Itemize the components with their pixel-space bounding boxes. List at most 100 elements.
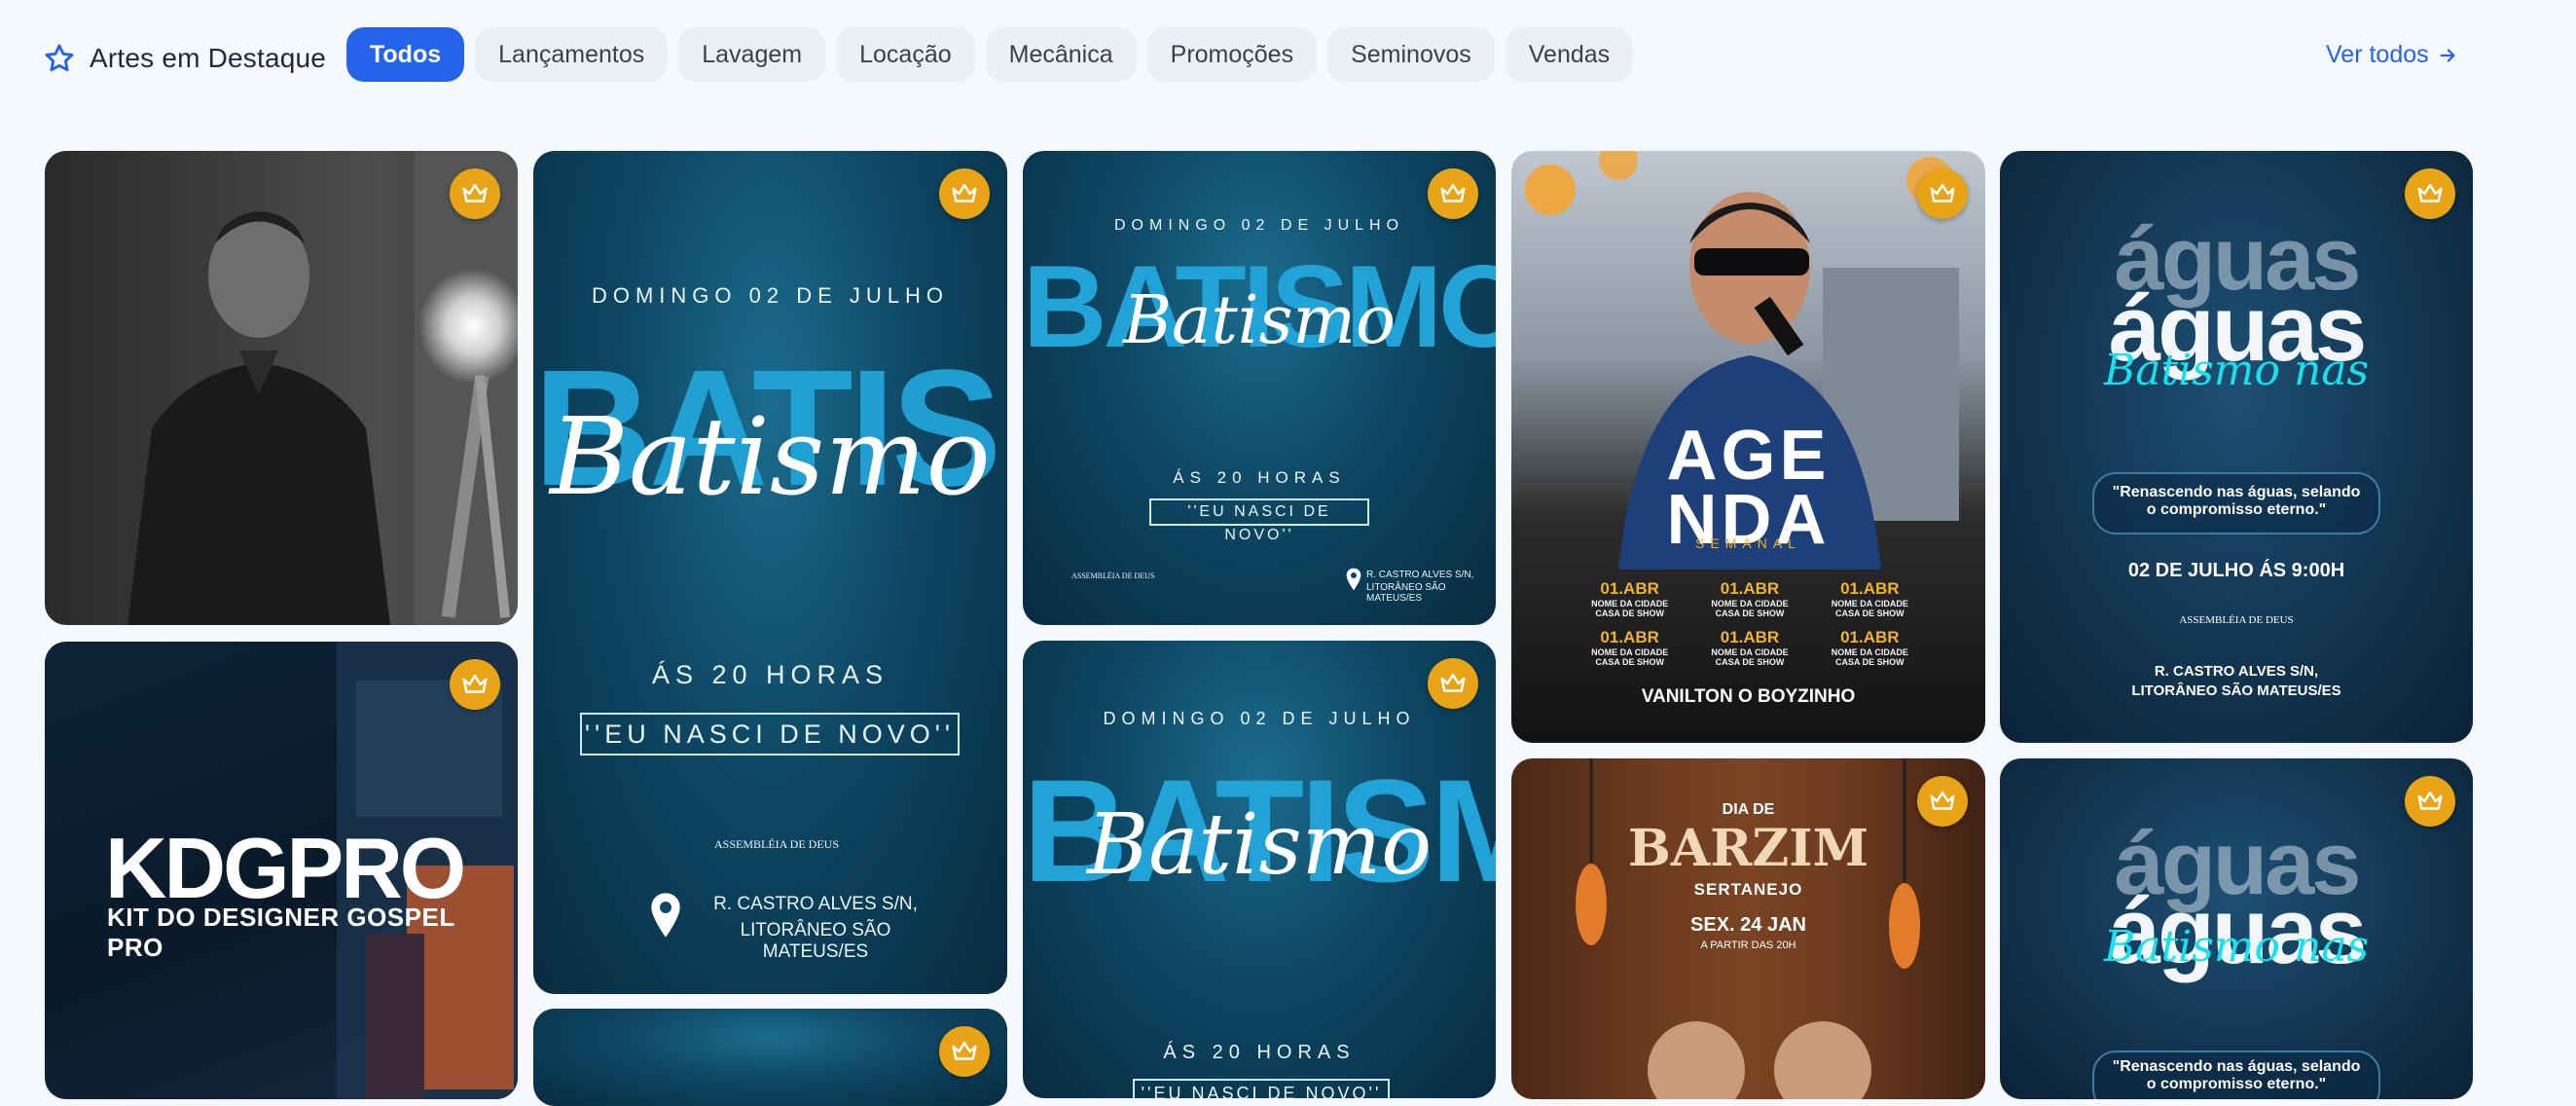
art-card-agenda[interactable]: AGE NDA SEMANAL 01.ABR NOME DA CIDADE CASA…: [1511, 151, 1985, 743]
agenda-subtitle: SEMANAL: [1695, 535, 1801, 551]
barzim-pre: DIA DE: [1722, 801, 1775, 818]
agenda-venue: CASA DE SHOW: [1595, 608, 1664, 618]
event-date: DOMINGO 02 DE JULHO: [1113, 217, 1405, 234]
event-quote: ''EU NASCI DE NOVO'': [580, 713, 960, 756]
crown-icon: [462, 184, 488, 203]
barzim-title: BARZIM: [1627, 819, 1869, 878]
chip-lavagem[interactable]: Lavagem: [678, 27, 826, 82]
kdgpro-tagline: KIT DO DESIGNER GOSPEL PRO: [107, 903, 455, 962]
premium-badge: [2405, 168, 2455, 219]
address-line-2: LITORÂNEO SÃO MATEUS/ES: [740, 920, 891, 962]
premium-badge: [1917, 168, 1968, 219]
script-title: Batismo: [1087, 796, 1432, 894]
church-name: ASSEMBLÉIA DE DEUS: [713, 837, 839, 851]
address-line-2: LITORÂNEO SÃO MATEUS/ES: [2131, 682, 2341, 699]
chip-seminovos[interactable]: Seminovos: [1327, 27, 1495, 82]
art-card-barzim[interactable]: DIA DE BARZIM SERTANEJO SEX. 24 JAN A PA…: [1511, 758, 1985, 1099]
event-quote: ''EU NASCI DE NOVO'': [1149, 498, 1369, 543]
crown-icon: [1930, 792, 1955, 810]
chip-mecanica[interactable]: Mecânica: [985, 27, 1137, 82]
agenda-dates-grid: 01.ABR NOME DA CIDADE CASA DE SHOW 01.ABR N…: [1579, 579, 1920, 667]
aguas-quote-1: "Renascendo nas águas, selando: [2112, 1058, 2361, 1075]
art-card-aguas[interactable]: águas águas Batismo nas "Renascendo nas …: [2000, 151, 2473, 743]
premium-badge: [1917, 776, 1968, 827]
event-time: ÁS 20 HORAS: [651, 660, 889, 689]
premium-badge: [450, 659, 500, 710]
crown-icon: [1930, 184, 1955, 203]
church-name: ASSEMBLÉIA DE DEUS: [1071, 571, 1155, 580]
chip-vendas[interactable]: Vendas: [1505, 27, 1634, 82]
see-all-label: Ver todos: [2326, 41, 2429, 68]
agenda-place: NOME DA CIDADE: [1591, 599, 1669, 608]
crown-icon: [2417, 792, 2443, 810]
premium-badge: [450, 168, 500, 219]
event-date: DOMINGO 02 DE JULHO: [1103, 709, 1416, 728]
agenda-date: 01.ABR: [1720, 579, 1780, 598]
chip-locacao[interactable]: Locação: [836, 27, 975, 82]
agenda-place: NOME DA CIDADE: [1711, 599, 1789, 608]
address-line-1: R. CASTRO ALVES S/N,: [2154, 663, 2319, 680]
aguas-script-title: Batismo nas: [2103, 346, 2370, 395]
star-outline-icon: [45, 44, 74, 72]
agenda-venue: CASA DE SHOW: [1595, 657, 1664, 667]
address-line-1: R. CASTRO ALVES S/N,: [713, 894, 918, 914]
map-pin-icon: [1346, 568, 1361, 591]
see-all-link[interactable]: Ver todos: [2326, 41, 2458, 69]
script-title: Batismo: [550, 394, 991, 519]
agenda-place: NOME DA CIDADE: [1831, 599, 1908, 608]
barzim-style: SERTANEJO: [1693, 880, 1803, 899]
aguas-quote-2: o compromisso eterno.": [2146, 501, 2327, 518]
crown-icon: [462, 675, 488, 693]
agenda-place: NOME DA CIDADE: [1591, 647, 1669, 657]
agenda-artist: VANILTON O BOYZINHO: [1641, 686, 1856, 707]
barzim-time: A PARTIR DAS 20H: [1700, 940, 1796, 951]
art-card-partial[interactable]: [533, 1009, 1007, 1106]
aguas-date: 02 DE JULHO ÁS 9:00H: [2127, 560, 2345, 581]
art-card-batismo-large[interactable]: DOMINGO 02 DE JULHO BATISMO Batismo ÁS 2…: [533, 151, 1007, 994]
agenda-place: NOME DA CIDADE: [1711, 647, 1789, 657]
art-card-kdgpro[interactable]: KDGPRO KIT DO DESIGNER GOSPEL PRO: [45, 642, 518, 1099]
map-pin-icon: [651, 893, 680, 938]
agenda-date: 01.ABR: [1840, 579, 1900, 598]
agenda-venue: CASA DE SHOW: [1834, 608, 1905, 618]
crown-icon: [1440, 674, 1466, 692]
agenda-date: 01.ABR: [1600, 579, 1659, 598]
address-line-2: LITORÂNEO SÃO MATEUS/ES: [1366, 582, 1446, 604]
aguas-script-title: Batismo nas: [2103, 922, 2370, 972]
crown-icon: [2417, 184, 2443, 203]
aguas-quote-pill: "Renascendo nas águas, selando o comprom…: [2092, 472, 2380, 535]
art-card-batismo-small-2[interactable]: DOMINGO 02 DE JULHO BATISMO Batismo ÁS 2…: [1023, 641, 1496, 1098]
agenda-date: 01.ABR: [1720, 628, 1780, 646]
chip-promocoes[interactable]: Promoções: [1146, 27, 1318, 82]
agenda-place: NOME DA CIDADE: [1831, 647, 1908, 657]
art-card-aguas-2[interactable]: águas águas Batismo nas "Renascendo nas …: [2000, 758, 2473, 1099]
event-time: ÁS 20 HORAS: [1163, 1042, 1356, 1063]
aguas-quote-2: o compromisso eterno.": [2146, 1076, 2327, 1092]
premium-badge: [939, 168, 990, 219]
chip-lancamentos[interactable]: Lançamentos: [475, 27, 669, 82]
agenda-venue: CASA DE SHOW: [1715, 657, 1785, 667]
featured-header: Artes em Destaque Todos Lançamentos Lava…: [0, 0, 2576, 112]
address-line-1: R. CASTRO ALVES S/N,: [1366, 570, 1474, 580]
crown-icon: [1440, 184, 1466, 203]
agenda-venue: CASA DE SHOW: [1715, 608, 1785, 618]
premium-badge: [1428, 658, 1478, 709]
agenda-date: 01.ABR: [1840, 628, 1900, 646]
premium-badge: [1428, 168, 1478, 219]
church-name: ASSEMBLÉIA DE DEUS: [2179, 614, 2294, 626]
arrow-right-icon: [2440, 48, 2455, 62]
art-card-batismo-small[interactable]: DOMINGO 02 DE JULHO BATISMO Batismo ÁS 2…: [1023, 151, 1496, 625]
premium-badge: [2405, 776, 2455, 827]
aguas-quote-1: "Renascendo nas águas, selando: [2112, 484, 2361, 500]
event-time: ÁS 20 HORAS: [1173, 468, 1346, 487]
aguas-quote-pill: "Renascendo nas águas, selando o comprom…: [2092, 1051, 2380, 1099]
chip-todos[interactable]: Todos: [346, 27, 465, 82]
script-title: Batismo: [1123, 282, 1396, 359]
barzim-date: SEX. 24 JAN: [1690, 914, 1806, 936]
premium-badge: [939, 1026, 990, 1077]
event-quote: ''EU NASCI DE NOVO'': [1133, 1079, 1390, 1098]
event-date: DOMINGO 02 DE JULHO: [591, 283, 950, 308]
art-card-portrait[interactable]: [45, 151, 518, 625]
crown-icon: [952, 1042, 977, 1060]
agenda-date: 01.ABR: [1600, 628, 1659, 646]
